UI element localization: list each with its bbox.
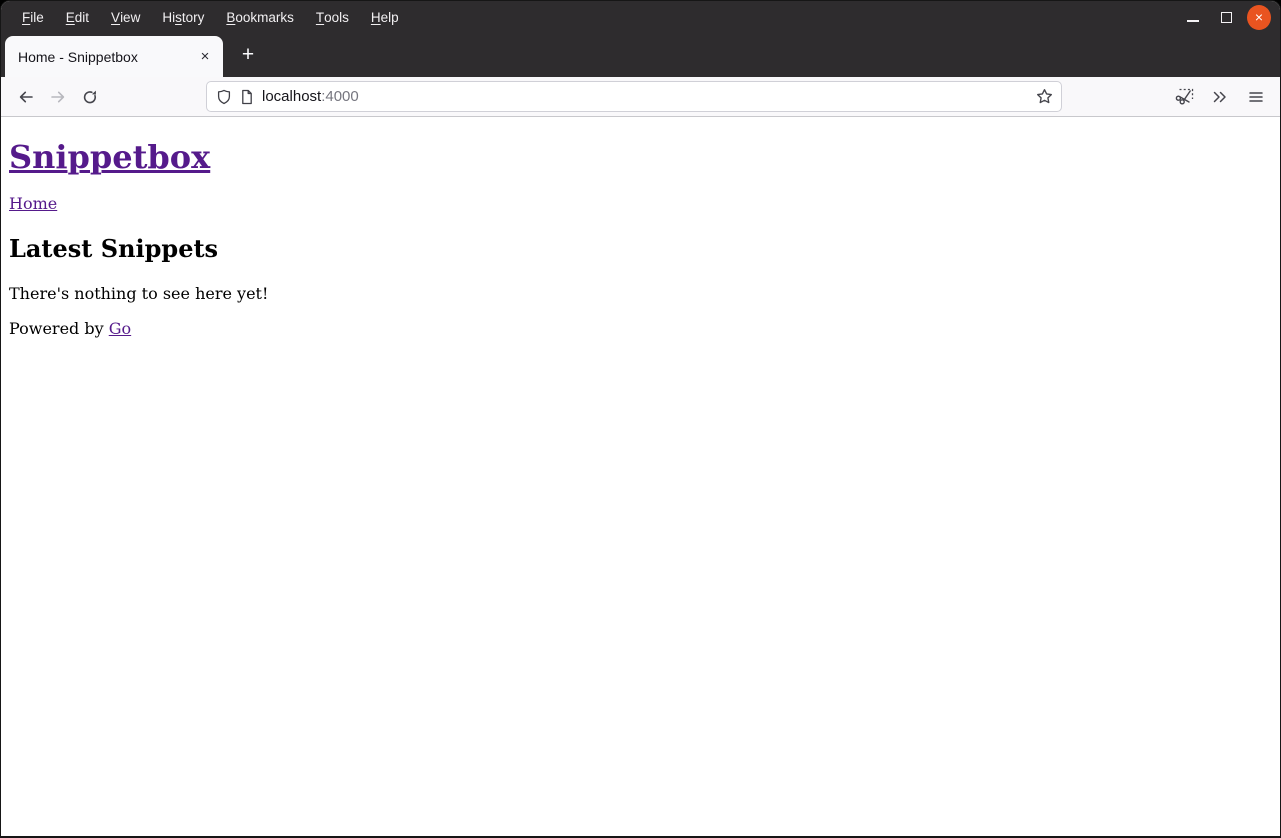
page-info-icon[interactable]: [239, 89, 255, 105]
menu-help[interactable]: Help: [360, 1, 410, 33]
screenshot-scissors-icon: [1175, 88, 1194, 105]
menu-tools[interactable]: Tools: [305, 1, 360, 33]
tab-title: Home - Snippetbox: [18, 49, 193, 65]
url-bar[interactable]: localhost:4000: [206, 81, 1062, 112]
app-menu-button[interactable]: [1240, 81, 1272, 113]
overflow-menu-button[interactable]: [1204, 81, 1236, 113]
reload-icon: [82, 89, 98, 105]
brand-link[interactable]: Snippetbox: [9, 138, 210, 176]
menu-bar: File Edit View History Bookmarks Tools H…: [1, 1, 1280, 33]
minimize-button[interactable]: [1181, 5, 1205, 29]
menu-list: File Edit View History Bookmarks Tools H…: [1, 1, 410, 33]
maximize-icon: [1221, 12, 1232, 23]
back-button[interactable]: [10, 81, 42, 113]
forward-arrow-icon: [50, 89, 66, 105]
menu-edit[interactable]: Edit: [55, 1, 100, 33]
hamburger-icon: [1248, 89, 1264, 105]
forward-button[interactable]: [42, 81, 74, 113]
screenshot-button[interactable]: [1168, 81, 1200, 113]
menu-file[interactable]: File: [11, 1, 55, 33]
go-link[interactable]: Go: [109, 319, 131, 338]
browser-window: File Edit View History Bookmarks Tools H…: [0, 0, 1281, 838]
window-controls: ×: [1181, 5, 1280, 29]
page-content: Snippetbox Home Latest Snippets There's …: [1, 117, 1280, 836]
tab-close-button[interactable]: ×: [193, 45, 217, 69]
site-heading: Snippetbox: [9, 138, 1272, 176]
url-text[interactable]: localhost:4000: [262, 88, 359, 105]
url-host: localhost: [262, 88, 321, 105]
powered-by-label: Powered by: [9, 319, 109, 338]
menu-view[interactable]: View: [100, 1, 151, 33]
footer-text: Powered by Go: [9, 319, 1272, 338]
maximize-button[interactable]: [1214, 5, 1238, 29]
tab-bar: Home - Snippetbox × +: [1, 33, 1280, 77]
close-icon: ×: [1247, 5, 1271, 30]
reload-button[interactable]: [74, 81, 106, 113]
site-nav: Home: [9, 194, 1272, 213]
empty-message: There's nothing to see here yet!: [9, 284, 1272, 303]
home-link[interactable]: Home: [9, 194, 57, 213]
menu-bookmarks[interactable]: Bookmarks: [215, 1, 305, 33]
star-icon: [1036, 88, 1053, 105]
bookmark-star-button[interactable]: [1030, 84, 1058, 110]
url-port: :4000: [321, 88, 359, 105]
double-chevron-icon: [1212, 89, 1228, 105]
toolbar-right-icons: [1168, 81, 1272, 113]
menu-history[interactable]: History: [151, 1, 215, 33]
new-tab-button[interactable]: +: [231, 38, 265, 72]
back-arrow-icon: [18, 89, 34, 105]
latest-snippets-heading: Latest Snippets: [9, 234, 1272, 263]
tab-home-snippetbox[interactable]: Home - Snippetbox ×: [5, 36, 223, 77]
shield-icon[interactable]: [216, 89, 232, 105]
navigation-toolbar: localhost:4000: [1, 77, 1280, 117]
minimize-icon: [1187, 20, 1199, 22]
close-window-button[interactable]: ×: [1247, 5, 1271, 29]
